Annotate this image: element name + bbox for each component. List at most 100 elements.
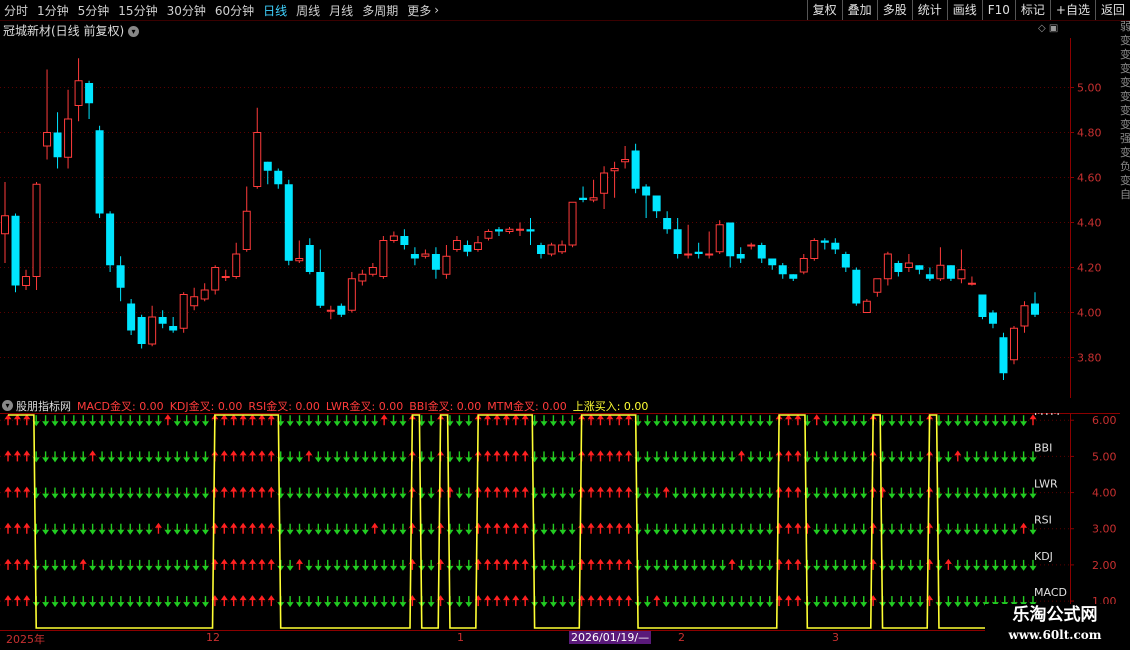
indicator-chart[interactable]: 1.002.003.004.005.006.00MACDKDJRSILWRBBI… (0, 413, 1120, 630)
arrow-up-icon (587, 486, 595, 498)
candle-body (978, 294, 987, 317)
tab-period-8[interactable]: 月线 (329, 2, 353, 19)
arrow-up-icon (653, 595, 661, 607)
tab-period-3[interactable]: 15分钟 (118, 2, 157, 19)
arrow-down-icon (1001, 559, 1009, 571)
candle-body (778, 265, 787, 275)
arrow-up-icon (220, 558, 228, 570)
candle (778, 263, 787, 279)
chevron-down-icon[interactable]: ▾ (2, 400, 13, 411)
candle-body (190, 296, 199, 307)
arrow-down-icon (145, 596, 153, 608)
arrow-down-icon (305, 523, 313, 535)
arrow-down-icon (841, 523, 849, 535)
arrow-down-icon (690, 559, 698, 571)
arrow-down-icon (653, 559, 661, 571)
arrow-down-icon (60, 523, 68, 535)
arrow-up-icon (625, 414, 633, 426)
arrow-down-icon (756, 415, 764, 427)
toolbar-button-4[interactable]: 画线 (946, 0, 982, 20)
chevron-down-icon[interactable]: ▾ (128, 26, 140, 37)
arrow-down-icon (51, 523, 59, 535)
arrow-down-icon (672, 596, 680, 608)
arrow-down-icon (860, 415, 868, 427)
candle-body (127, 303, 136, 331)
candle (400, 229, 409, 250)
tab-period-9[interactable]: 多周期 (362, 2, 398, 19)
chevron-right-icon[interactable]: › (434, 3, 439, 17)
arrow-down-icon (973, 523, 981, 535)
arrow-down-icon (662, 523, 670, 535)
arrow-down-icon (324, 415, 332, 427)
candle-body (221, 276, 230, 278)
arrow-down-icon (549, 415, 557, 427)
toolbar-button-8[interactable]: 返回 (1094, 0, 1130, 20)
price-tick-label: 4.20 (1077, 262, 1102, 275)
arrow-down-icon (427, 559, 435, 571)
tab-period-4[interactable]: 30分钟 (167, 2, 206, 19)
toolbar-button-0[interactable]: 复权 (806, 0, 842, 20)
arrow-up-icon (23, 450, 31, 462)
toolbar-button-1[interactable]: 叠加 (841, 0, 877, 20)
toolbar-button-7[interactable]: +自选 (1049, 0, 1095, 20)
arrow-down-icon (60, 451, 68, 463)
arrow-down-icon (540, 596, 548, 608)
arrow-up-icon (239, 595, 247, 607)
arrow-down-icon (380, 487, 388, 499)
arrow-up-icon (662, 486, 670, 498)
arrow-down-icon (399, 415, 407, 427)
candle-body (337, 305, 346, 315)
tab-period-0[interactable]: 分时 (4, 2, 28, 19)
arrow-down-icon (380, 523, 388, 535)
tab-period-1[interactable]: 1分钟 (37, 2, 69, 19)
toolbar-button-2[interactable]: 多股 (876, 0, 912, 20)
arrow-down-icon (60, 487, 68, 499)
candle (431, 247, 440, 279)
arrow-down-icon (183, 523, 191, 535)
arrow-up-icon (230, 450, 238, 462)
candle (158, 310, 167, 329)
arrow-down-icon (117, 487, 125, 499)
arrow-down-icon (559, 415, 567, 427)
candle (484, 229, 493, 241)
candle (190, 287, 199, 311)
candle-body (1020, 305, 1029, 327)
candle-body (883, 253, 892, 280)
arrow-down-icon (1010, 523, 1018, 535)
tab-period-6[interactable]: 日线 (263, 2, 287, 19)
candlestick-chart[interactable]: 3.80 4.00 4.20 4.40 4.60 4.80 5.00 (0, 38, 1120, 398)
candle-body (410, 254, 419, 259)
arrow-down-icon (841, 596, 849, 608)
tab-period-2[interactable]: 5分钟 (78, 2, 110, 19)
arrow-down-icon (973, 415, 981, 427)
candle (232, 242, 241, 279)
arrow-down-icon (277, 523, 285, 535)
arrow-down-icon (643, 559, 651, 571)
tab-period-10[interactable]: 更多 (407, 2, 431, 19)
toolbar-button-5[interactable]: F10 (981, 0, 1015, 20)
arrow-up-icon (606, 595, 614, 607)
tab-period-7[interactable]: 周线 (296, 2, 320, 19)
candle (694, 242, 703, 259)
candle (64, 89, 73, 169)
arrow-up-icon (484, 558, 492, 570)
arrow-down-icon (531, 523, 539, 535)
diamond-icon[interactable]: ◇ (1038, 23, 1046, 34)
arrow-down-icon (173, 523, 181, 535)
arrow-down-icon (145, 451, 153, 463)
toolbar-button-3[interactable]: 统计 (911, 0, 947, 20)
arrow-down-icon (201, 415, 209, 427)
toolbar-button-6[interactable]: 标记 (1014, 0, 1050, 20)
candle-body (841, 254, 850, 268)
arrow-up-icon (13, 558, 21, 570)
arrow-down-icon (446, 523, 454, 535)
tab-period-5[interactable]: 60分钟 (215, 2, 254, 19)
arrow-down-icon (728, 451, 736, 463)
window-toggle-icon[interactable]: ▣ (1049, 23, 1058, 34)
arrow-down-icon (324, 487, 332, 499)
candle (263, 161, 272, 185)
arrow-down-icon (991, 415, 999, 427)
arrow-down-icon (352, 451, 360, 463)
candle (1009, 326, 1018, 365)
date-label-1: 1 (457, 631, 464, 644)
